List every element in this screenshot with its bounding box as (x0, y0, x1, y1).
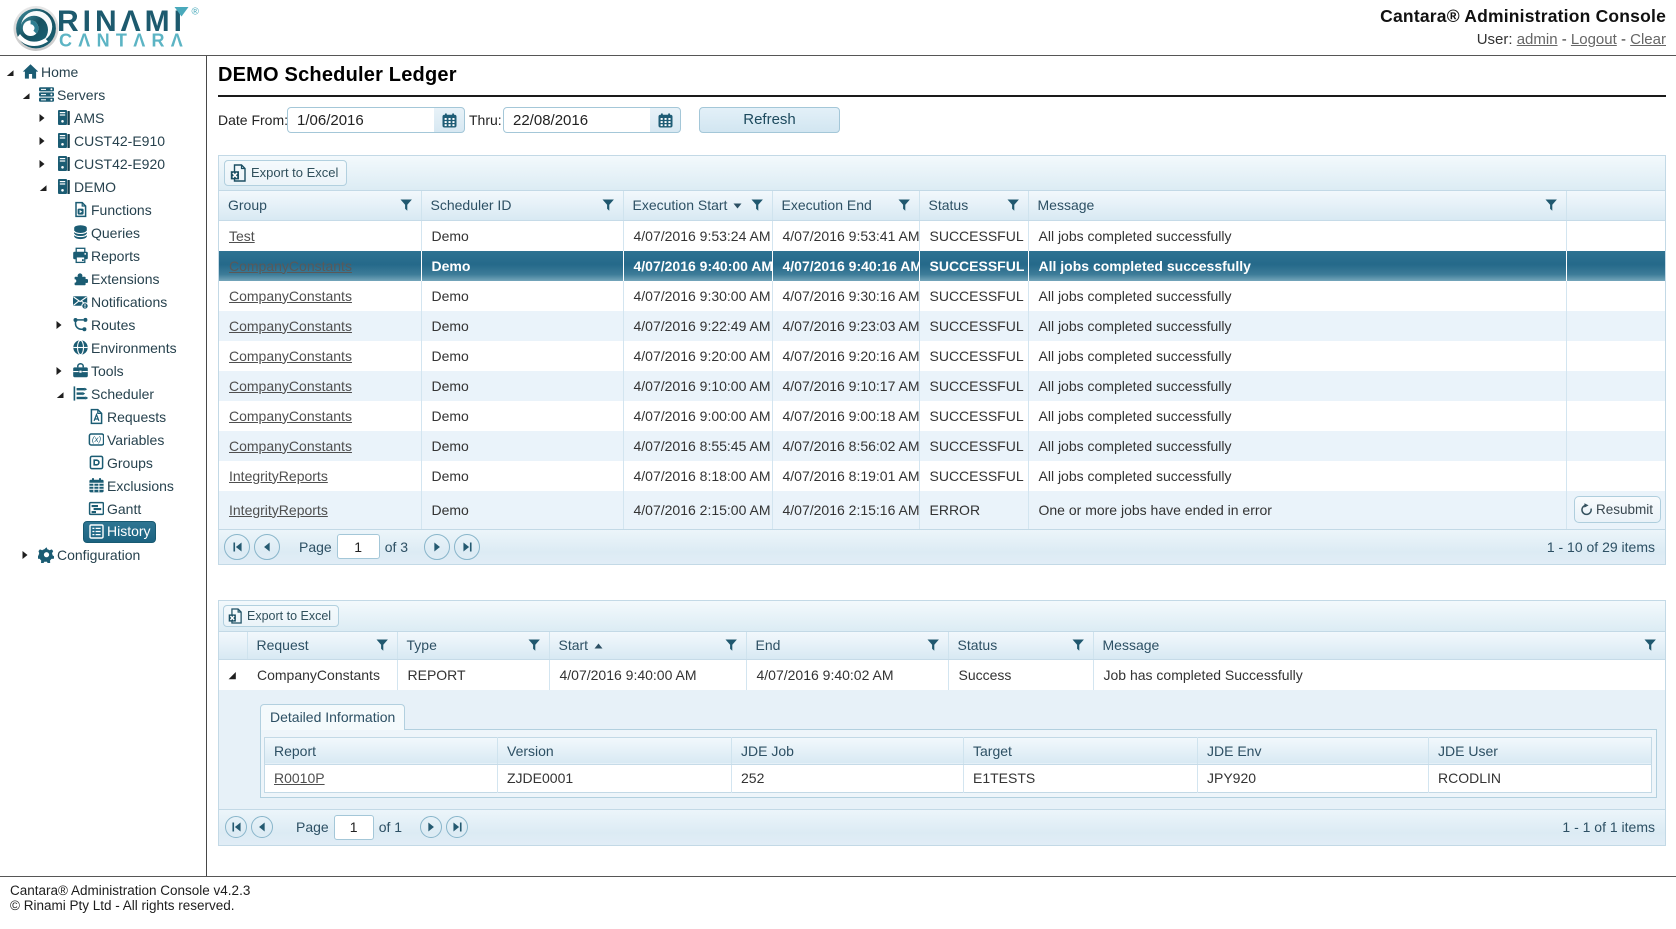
svg-text:®: ® (192, 7, 200, 18)
svg-text:CΛNTΛRΛ: CΛNTΛRΛ (59, 31, 189, 51)
